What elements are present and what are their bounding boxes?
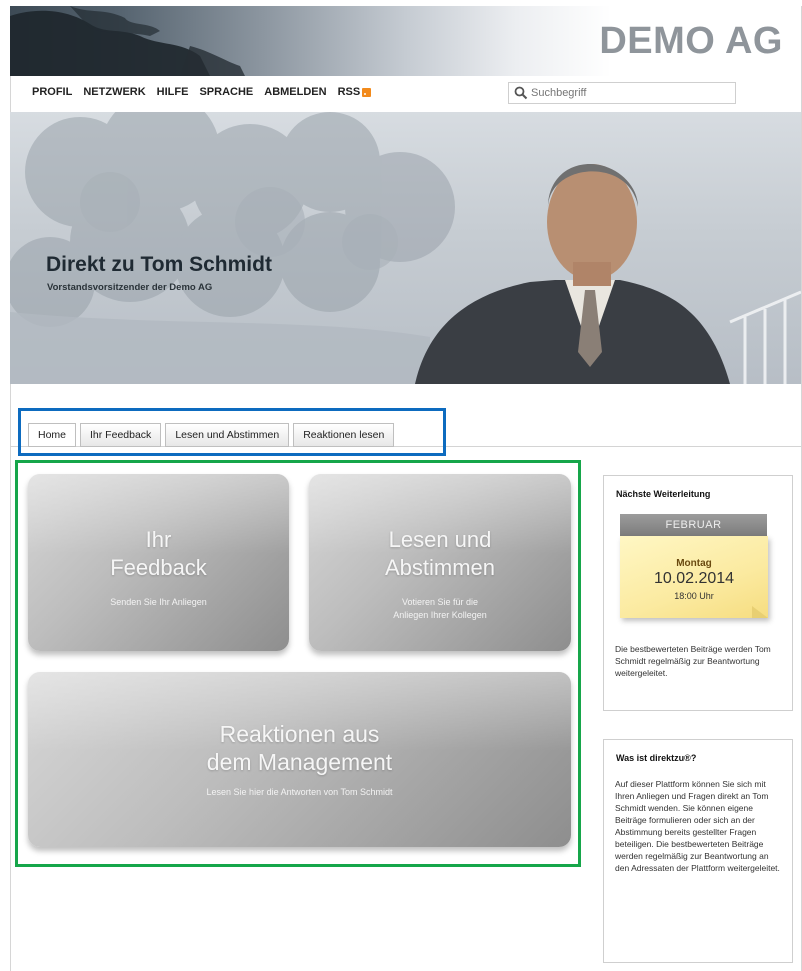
search-icon[interactable]: [513, 85, 529, 101]
tile-subtitle: Lesen Sie hier die Antworten von Tom Sch…: [28, 786, 571, 799]
tile-title: Ihr Feedback: [28, 526, 289, 582]
about-text: Auf dieser Plattform können Sie sich mit…: [615, 779, 780, 873]
person-photo: [415, 164, 730, 384]
tile-title: Reaktionen aus dem Management: [28, 720, 571, 776]
next-forwarding-heading: Nächste Weiterleitung: [616, 489, 711, 499]
paper-corner: [752, 606, 768, 618]
tile-subtitle-line: Votieren Sie für die: [401, 597, 479, 607]
top-navigation: PROFIL NETZWERK HILFE SPRACHE ABMELDEN R…: [32, 86, 372, 98]
tile-lesen-und-abstimmen[interactable]: Lesen und Abstimmen Votieren Sie für die…: [309, 474, 571, 651]
tile-subtitle-line: Lesen Sie hier die Antworten von Tom Sch…: [206, 787, 393, 797]
tile-title-line: Feedback: [110, 555, 207, 580]
tile-subtitle-line: Anliegen Ihrer Kollegen: [393, 610, 487, 620]
calendar-note: FEBRUAR Montag 10.02.2014 18:00 Uhr: [620, 514, 772, 622]
tab-lesen-und-abstimmen[interactable]: Lesen und Abstimmen: [165, 423, 290, 447]
nav-rss-label: RSS: [337, 86, 361, 98]
tile-reaktionen-aus-dem-management[interactable]: Reaktionen aus dem Management Lesen Sie …: [28, 672, 571, 847]
tile-subtitle: Votieren Sie für die Anliegen Ihrer Koll…: [309, 596, 571, 622]
nav-abmelden[interactable]: ABMELDEN: [264, 86, 326, 98]
tile-title-line: Lesen und: [388, 527, 492, 552]
hero-subtitle: Vorstandsvorsitzender der Demo AG: [47, 282, 213, 293]
hero-banner: Direkt zu Tom Schmidt Vorstandsvorsitzen…: [10, 112, 801, 384]
hero-background-image: [10, 112, 801, 384]
calendar-day: Montag: [676, 558, 712, 569]
about-panel: Was ist direktzu®? Auf dieser Plattform …: [603, 739, 793, 963]
hero-title: Direkt zu Tom Schmidt: [46, 253, 272, 276]
header-banner: DEMO AG: [10, 6, 801, 76]
tile-title-line: Abstimmen: [384, 555, 496, 580]
calendar-time: 18:00 Uhr: [674, 591, 714, 601]
tile-subtitle-line: Senden Sie Ihr Anliegen: [110, 597, 207, 607]
tile-ihr-feedback[interactable]: Ihr Feedback Senden Sie Ihr Anliegen: [28, 474, 289, 651]
nav-hilfe[interactable]: HILFE: [157, 86, 189, 98]
nav-sprache[interactable]: SPRACHE: [199, 86, 253, 98]
about-heading: Was ist direktzu®?: [616, 753, 697, 763]
search-box: [508, 82, 736, 104]
nav-netzwerk[interactable]: NETZWERK: [83, 86, 145, 98]
tile-subtitle: Senden Sie Ihr Anliegen: [28, 596, 289, 609]
nav-profil[interactable]: PROFIL: [32, 86, 72, 98]
tab-home[interactable]: Home: [28, 423, 77, 447]
tile-title-line: dem Management: [206, 749, 393, 775]
next-forwarding-text: Die bestbewerteten Beiträge werden Tom S…: [615, 644, 771, 678]
nav-rss[interactable]: RSS: [338, 86, 372, 98]
main-tabs: Home Ihr Feedback Lesen und Abstimmen Re…: [28, 423, 395, 447]
logo[interactable]: DEMO AG: [599, 20, 783, 63]
tree-silhouette-image: [10, 6, 245, 76]
tile-title-line: Ihr: [145, 527, 172, 552]
tab-ihr-feedback[interactable]: Ihr Feedback: [80, 423, 162, 447]
calendar-date: 10.02.2014: [653, 570, 735, 587]
calendar-month: FEBRUAR: [620, 514, 767, 536]
rss-icon: [362, 87, 372, 97]
search-input[interactable]: [529, 86, 723, 100]
tile-title: Lesen und Abstimmen: [309, 526, 571, 582]
tab-reaktionen-lesen[interactable]: Reaktionen lesen: [293, 423, 395, 447]
tile-title-line: Reaktionen aus: [219, 721, 380, 747]
